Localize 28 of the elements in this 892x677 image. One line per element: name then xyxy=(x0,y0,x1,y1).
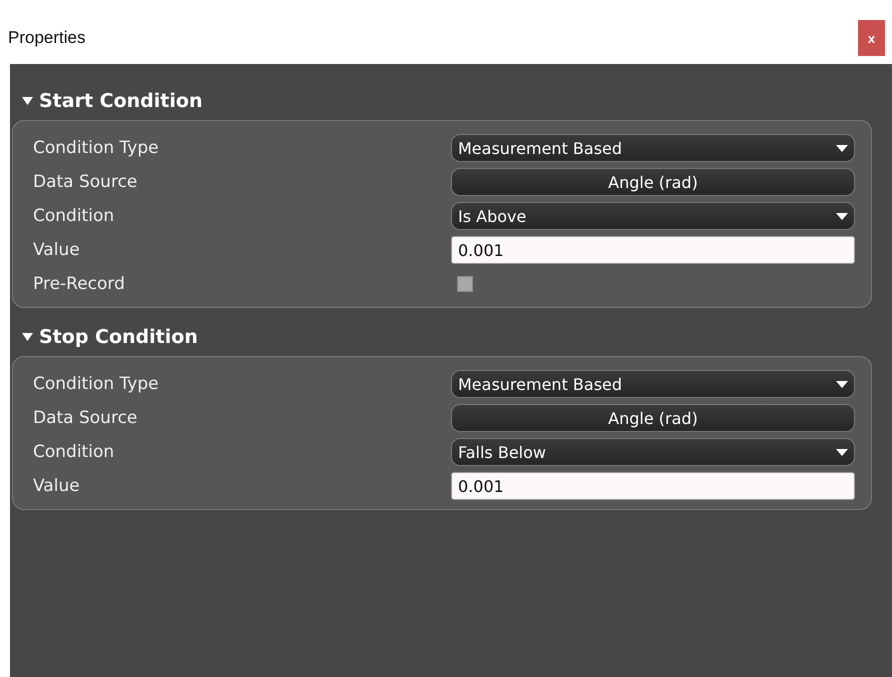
value-field[interactable]: 0.001 xyxy=(451,472,855,500)
expanded-triangle-icon[interactable] xyxy=(22,333,33,341)
dropdown[interactable]: Is Above xyxy=(451,202,855,230)
field-label: Condition xyxy=(33,206,116,226)
window-title: Properties xyxy=(8,28,86,48)
caret-icon xyxy=(836,212,848,220)
value-field[interactable]: 0.001 xyxy=(451,236,855,264)
field-label: Value xyxy=(33,476,81,496)
field-label: Condition Type xyxy=(33,138,160,158)
checkbox[interactable] xyxy=(457,276,473,292)
field-label: Condition Type xyxy=(33,374,160,394)
dropdown[interactable]: Falls Below xyxy=(451,438,855,466)
expanded-triangle-icon[interactable] xyxy=(22,97,33,105)
field-label: Value xyxy=(33,240,81,260)
field-label: Pre-Record xyxy=(33,274,126,294)
dropdown[interactable]: Measurement Based xyxy=(451,370,855,398)
close-button[interactable]: x xyxy=(858,20,885,56)
field-label: Data Source xyxy=(33,408,138,428)
field-label: Data Source xyxy=(33,172,138,192)
data-source-button[interactable]: Angle (rad) xyxy=(451,168,855,196)
caret-icon xyxy=(836,448,848,456)
field-label: Condition xyxy=(33,442,116,462)
section-title: Stop Condition xyxy=(39,326,198,348)
data-source-button[interactable]: Angle (rad) xyxy=(451,404,855,432)
section-title: Start Condition xyxy=(39,90,202,112)
caret-icon xyxy=(836,144,848,152)
caret-icon xyxy=(836,380,848,388)
dropdown[interactable]: Measurement Based xyxy=(451,134,855,162)
